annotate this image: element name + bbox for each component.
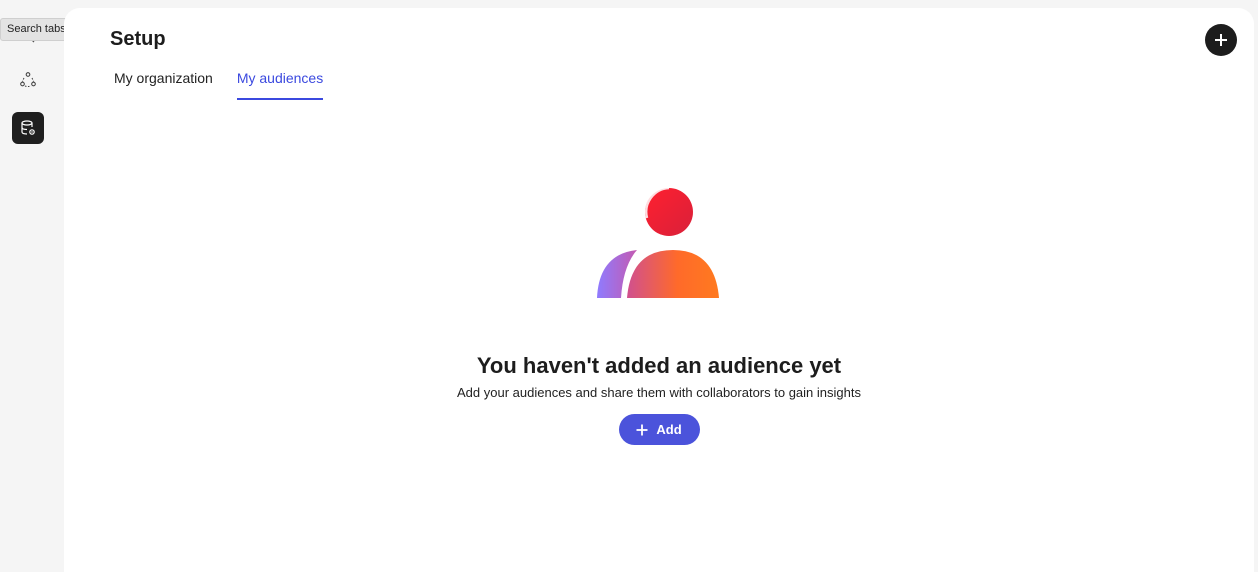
add-fab-button[interactable] (1205, 24, 1237, 56)
plus-icon (1215, 34, 1227, 46)
database-settings-icon[interactable] (12, 112, 44, 144)
empty-state-title: You haven't added an audience yet (476, 353, 842, 378)
tab-my-organization[interactable]: My organization (114, 70, 213, 100)
empty-state: You haven't added an audience yet Add yo… (64, 188, 1254, 445)
people-network-icon[interactable] (12, 64, 44, 96)
add-audience-button[interactable]: Add (618, 414, 700, 445)
search-tabs-tooltip: Search tabs (0, 18, 73, 41)
empty-state-description: Add your audiences and share them with c… (457, 385, 861, 400)
plus-icon (636, 424, 648, 435)
add-audience-button-label: Add (656, 422, 682, 437)
page-title: Setup (110, 28, 166, 50)
audience-people-icon (597, 188, 719, 299)
left-rail: Search tabs (0, 0, 73, 572)
tab-bar: My organization My audiences (114, 70, 324, 100)
tab-my-audiences[interactable]: My audiences (236, 70, 324, 100)
main-panel: Setup My organization My audiences You h… (64, 8, 1254, 572)
